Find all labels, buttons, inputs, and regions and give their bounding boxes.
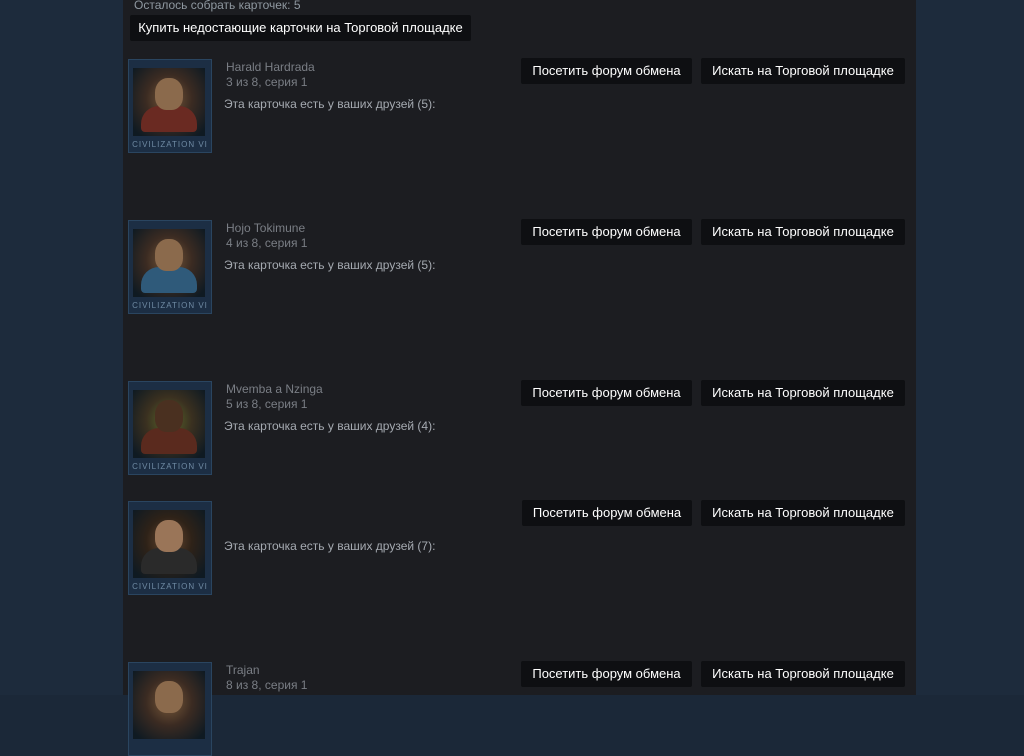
- card-series: 4 из 8, серия 1: [226, 236, 308, 250]
- card-title: Mvemba a Nzinga: [226, 382, 323, 396]
- search-market-button[interactable]: Искать на Торговой площадке: [701, 661, 905, 687]
- card-title: Trajan: [226, 663, 260, 677]
- card-image-trajan[interactable]: [128, 662, 212, 756]
- card-figure-face: [155, 400, 183, 432]
- card-brand: CIVILIZATION VI: [132, 582, 208, 591]
- page-left-gutter: [0, 0, 123, 695]
- card-series: 5 из 8, серия 1: [226, 397, 308, 411]
- visit-trade-forum-button[interactable]: Посетить форум обмена: [521, 661, 692, 687]
- card-figure-face: [155, 239, 183, 271]
- card-brand: CIVILIZATION VI: [132, 462, 208, 471]
- card-image-roosevelt[interactable]: CIVILIZATION VI: [128, 501, 212, 595]
- search-market-button[interactable]: Искать на Торговой площадке: [701, 58, 905, 84]
- card-image-harald[interactable]: CIVILIZATION VI: [128, 59, 212, 153]
- page-right-gutter: [916, 0, 1024, 695]
- card-friends-text: Эта карточка есть у ваших друзей (4):: [224, 419, 436, 433]
- card-title: Harald Hardrada: [226, 60, 315, 74]
- visit-trade-forum-button[interactable]: Посетить форум обмена: [521, 219, 692, 245]
- remaining-cards-text: Осталось собрать карточек: 5: [134, 0, 301, 12]
- visit-trade-forum-button[interactable]: Посетить форум обмена: [522, 500, 692, 526]
- card-figure-face: [155, 681, 183, 713]
- card-series: 8 из 8, серия 1: [226, 678, 308, 692]
- card-figure-face: [155, 520, 183, 552]
- card-figure-face: [155, 78, 183, 110]
- card-image-mvemba[interactable]: CIVILIZATION VI: [128, 381, 212, 475]
- search-market-button[interactable]: Искать на Торговой площадке: [701, 380, 905, 406]
- visit-trade-forum-button[interactable]: Посетить форум обмена: [521, 380, 692, 406]
- card-title: Hojo Tokimune: [226, 221, 306, 235]
- search-market-button[interactable]: Искать на Торговой площадке: [701, 500, 905, 526]
- card-image-hojo[interactable]: CIVILIZATION VI: [128, 220, 212, 314]
- card-friends-text: Эта карточка есть у ваших друзей (5):: [224, 258, 436, 272]
- card-brand: CIVILIZATION VI: [132, 140, 208, 149]
- card-series: 3 из 8, серия 1: [226, 75, 308, 89]
- visit-trade-forum-button[interactable]: Посетить форум обмена: [521, 58, 692, 84]
- card-friends-text: Эта карточка есть у ваших друзей (5):: [224, 97, 436, 111]
- search-market-button[interactable]: Искать на Торговой площадке: [701, 219, 905, 245]
- card-brand: CIVILIZATION VI: [132, 301, 208, 310]
- card-friends-text: Эта карточка есть у ваших друзей (7):: [224, 539, 436, 553]
- buy-missing-cards-button[interactable]: Купить недостающие карточки на Торговой …: [130, 15, 471, 41]
